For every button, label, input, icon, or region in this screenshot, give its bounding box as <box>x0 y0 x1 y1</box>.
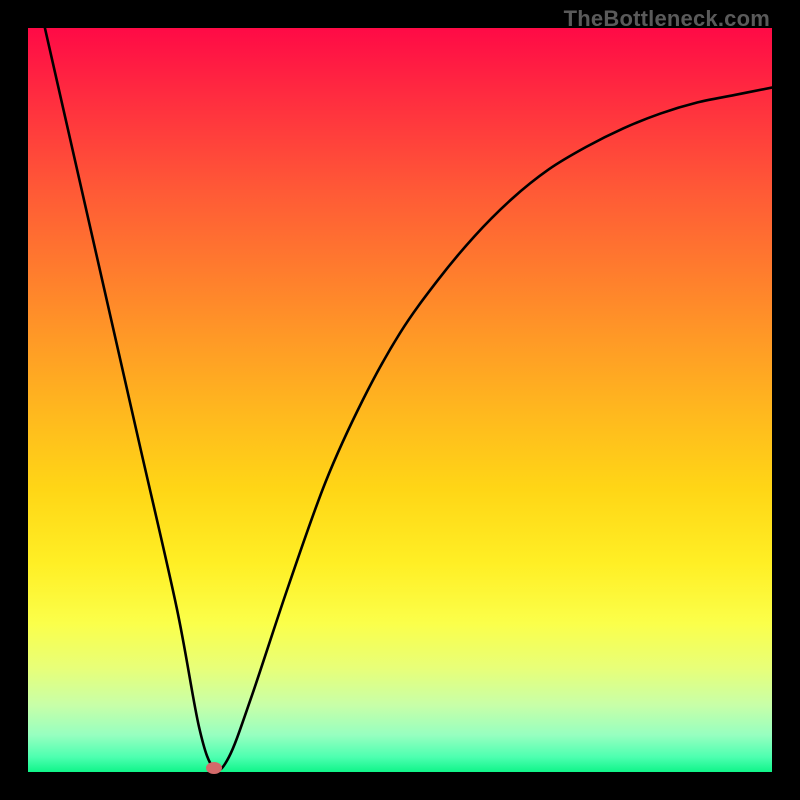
curve-svg <box>28 28 772 772</box>
minimum-marker <box>206 762 222 774</box>
chart-frame: TheBottleneck.com <box>0 0 800 800</box>
bottleneck-curve <box>28 28 772 770</box>
plot-area <box>28 28 772 772</box>
